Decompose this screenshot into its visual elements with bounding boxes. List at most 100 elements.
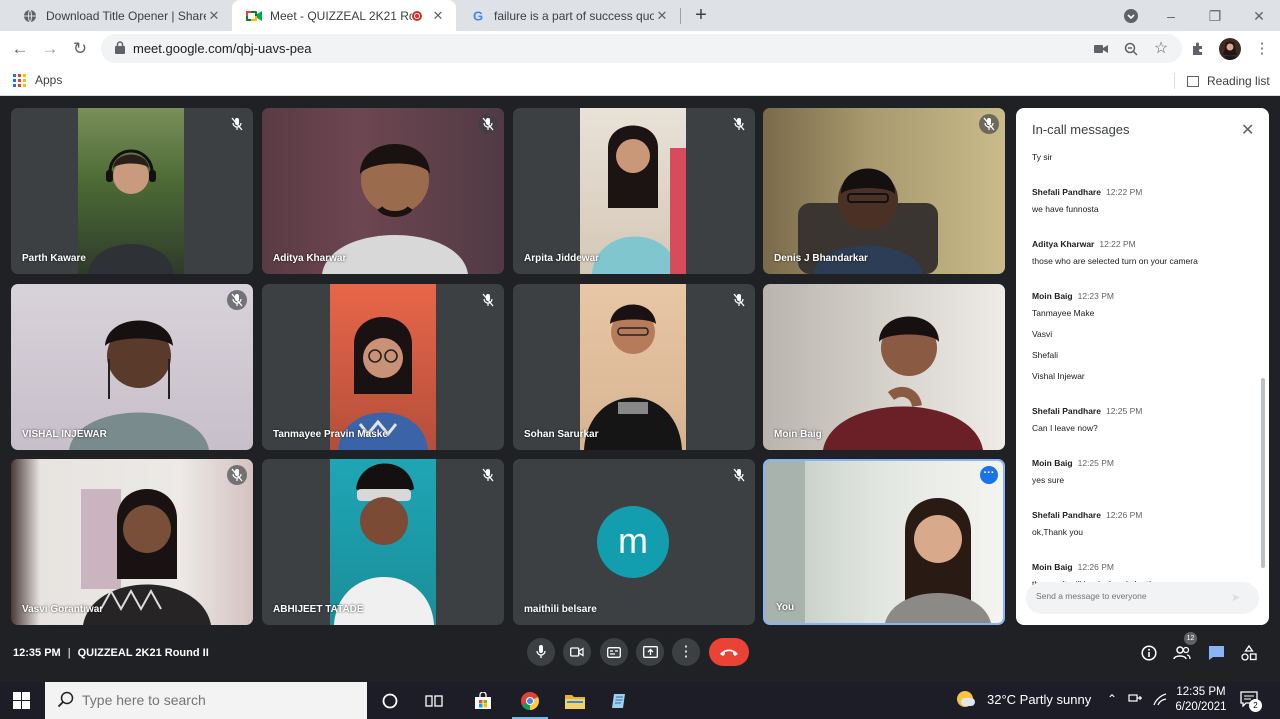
participant-tile[interactable]: Sohan Sarurkar	[513, 284, 755, 450]
wifi-icon[interactable]	[1152, 692, 1168, 709]
minimize-window-button[interactable]: –	[1160, 5, 1182, 27]
show-hidden-icons-chevron-icon[interactable]: ⌃	[1107, 692, 1117, 706]
bookmark-star-icon[interactable]: ☆	[1151, 39, 1171, 59]
chrome-taskbar-icon[interactable]	[512, 688, 548, 719]
participant-tile[interactable]: ABHIJEET TATADE	[262, 459, 504, 625]
system-clock[interactable]: 12:35 PM 6/20/2021	[1175, 685, 1227, 715]
participant-tile[interactable]: Moin Baig	[763, 284, 1005, 450]
address-bar[interactable]: meet.google.com/qbj-uavs-pea ☆	[101, 34, 1182, 63]
message-text: yes sure	[1032, 475, 1065, 485]
reload-button[interactable]: ↻	[68, 37, 92, 61]
tab-strip: Download Title Opener | Shared by ✕ Meet…	[0, 0, 1280, 31]
search-icon	[57, 691, 75, 714]
send-icon[interactable]: ➤	[1231, 591, 1240, 604]
weather-widget[interactable]: 32°C Partly sunny	[957, 691, 1091, 707]
panel-title: In-call messages	[1032, 122, 1130, 137]
muted-mic-icon	[478, 465, 498, 485]
lock-icon	[115, 41, 125, 59]
microsoft-store-icon[interactable]	[470, 688, 496, 714]
message-time: 12:22 PM	[1099, 239, 1136, 249]
muted-mic-icon	[729, 290, 749, 310]
message-text: Ty sir	[1032, 152, 1053, 162]
chrome-menu-icon[interactable]: ⋮	[1250, 37, 1274, 61]
chat-icon[interactable]	[1206, 643, 1226, 663]
participant-video	[580, 108, 686, 274]
muted-mic-icon	[729, 114, 749, 134]
notes-app-icon[interactable]	[607, 688, 633, 714]
participant-video	[11, 459, 253, 625]
task-view-icon[interactable]	[421, 688, 447, 714]
participant-tile[interactable]: Denis J Bhandarkar	[763, 108, 1005, 274]
file-explorer-icon[interactable]	[562, 688, 588, 714]
participant-name: Aditya Kharwar	[273, 253, 347, 264]
muted-mic-icon	[227, 290, 247, 310]
chat-scrollbar[interactable]	[1261, 378, 1265, 568]
self-view-tile[interactable]: ··· You	[763, 459, 1005, 625]
more-options-icon[interactable]: ···	[980, 466, 998, 484]
message-text: Tanmayee Make	[1032, 308, 1095, 318]
profile-avatar[interactable]	[1219, 38, 1241, 60]
taskbar-search-input[interactable]	[82, 692, 352, 708]
zoom-icon[interactable]	[1121, 39, 1141, 59]
tab-download-title-opener[interactable]: Download Title Opener | Shared by ✕	[8, 0, 232, 31]
tab-search-button[interactable]	[1120, 5, 1142, 27]
activities-icon[interactable]	[1239, 643, 1259, 663]
chat-message-input[interactable]	[1036, 591, 1226, 601]
tab-meet[interactable]: Meet - QUIZZEAL 2K21 Round II ✕	[232, 0, 456, 31]
participant-name: Parth Kaware	[22, 253, 86, 264]
clock-time: 12:35 PM	[1176, 686, 1226, 698]
participant-video	[330, 459, 436, 625]
reading-list-icon	[1187, 75, 1199, 87]
restore-window-button[interactable]: ❐	[1204, 5, 1226, 27]
message-time: 12:26 PM	[1077, 562, 1114, 572]
google-icon: G	[470, 8, 486, 24]
muted-mic-icon	[979, 114, 999, 134]
meeting-time: 12:35 PM	[13, 647, 61, 659]
participants-icon[interactable]	[1172, 643, 1192, 663]
recording-indicator-icon	[412, 10, 422, 21]
camera-in-use-icon[interactable]	[1091, 39, 1111, 59]
microphone-button[interactable]	[527, 638, 555, 666]
divider	[1174, 73, 1175, 89]
participant-video	[330, 284, 436, 450]
close-tab-icon[interactable]: ✕	[206, 8, 222, 24]
participant-name: Tanmayee Pravin Maske	[273, 429, 388, 440]
participant-tile[interactable]: Aditya Kharwar	[262, 108, 504, 274]
meeting-details-icon[interactable]	[1139, 643, 1159, 663]
participant-tile[interactable]: m maithili belsare	[513, 459, 755, 625]
participant-tile[interactable]: Tanmayee Pravin Maske	[262, 284, 504, 450]
leave-call-button[interactable]	[709, 638, 749, 666]
windows-start-button[interactable]	[13, 692, 30, 714]
taskbar-search-box[interactable]	[45, 682, 367, 719]
forward-button[interactable]: →	[38, 37, 62, 61]
new-tab-button[interactable]: +	[690, 5, 712, 27]
message-time: 12:26 PM	[1105, 510, 1143, 520]
divider: |	[67, 647, 71, 659]
message-sender: Moin Baig	[1032, 291, 1073, 301]
participant-tile[interactable]: VISHAL INJEWAR	[11, 284, 253, 450]
participant-tile[interactable]: Parth Kaware	[11, 108, 253, 274]
captions-button[interactable]	[600, 638, 628, 666]
participant-tile[interactable]: Arpita Jiddewar	[513, 108, 755, 274]
participant-video	[262, 108, 504, 274]
participant-tile[interactable]: Vasvi Gorantiwar	[11, 459, 253, 625]
apps-shortcut[interactable]: Apps	[13, 73, 62, 87]
present-screen-button[interactable]	[636, 638, 664, 666]
close-window-button[interactable]: ✕	[1248, 5, 1270, 27]
reading-list-button[interactable]: Reading list	[1174, 73, 1270, 89]
network-icon[interactable]	[1128, 692, 1144, 709]
partly-sunny-icon	[957, 691, 975, 707]
close-tab-icon[interactable]: ✕	[654, 8, 670, 24]
more-options-button[interactable]: ⋮	[672, 638, 700, 666]
camera-button[interactable]	[563, 638, 591, 666]
tab-failure-quotes[interactable]: G failure is a part of success quotes ✕	[456, 0, 680, 31]
close-panel-icon[interactable]: ✕	[1241, 120, 1254, 140]
back-button[interactable]: ←	[8, 37, 32, 61]
extensions-icon[interactable]	[1187, 37, 1211, 61]
participant-video	[78, 108, 184, 274]
close-tab-icon[interactable]: ✕	[430, 8, 446, 24]
cortana-icon[interactable]	[377, 688, 403, 714]
bookmarks-bar: Apps Reading list	[0, 67, 1280, 96]
windows-taskbar: 32°C Partly sunny ⌃ 12:35 PM 6/20/2021 2	[0, 682, 1280, 719]
participant-video	[11, 284, 253, 450]
